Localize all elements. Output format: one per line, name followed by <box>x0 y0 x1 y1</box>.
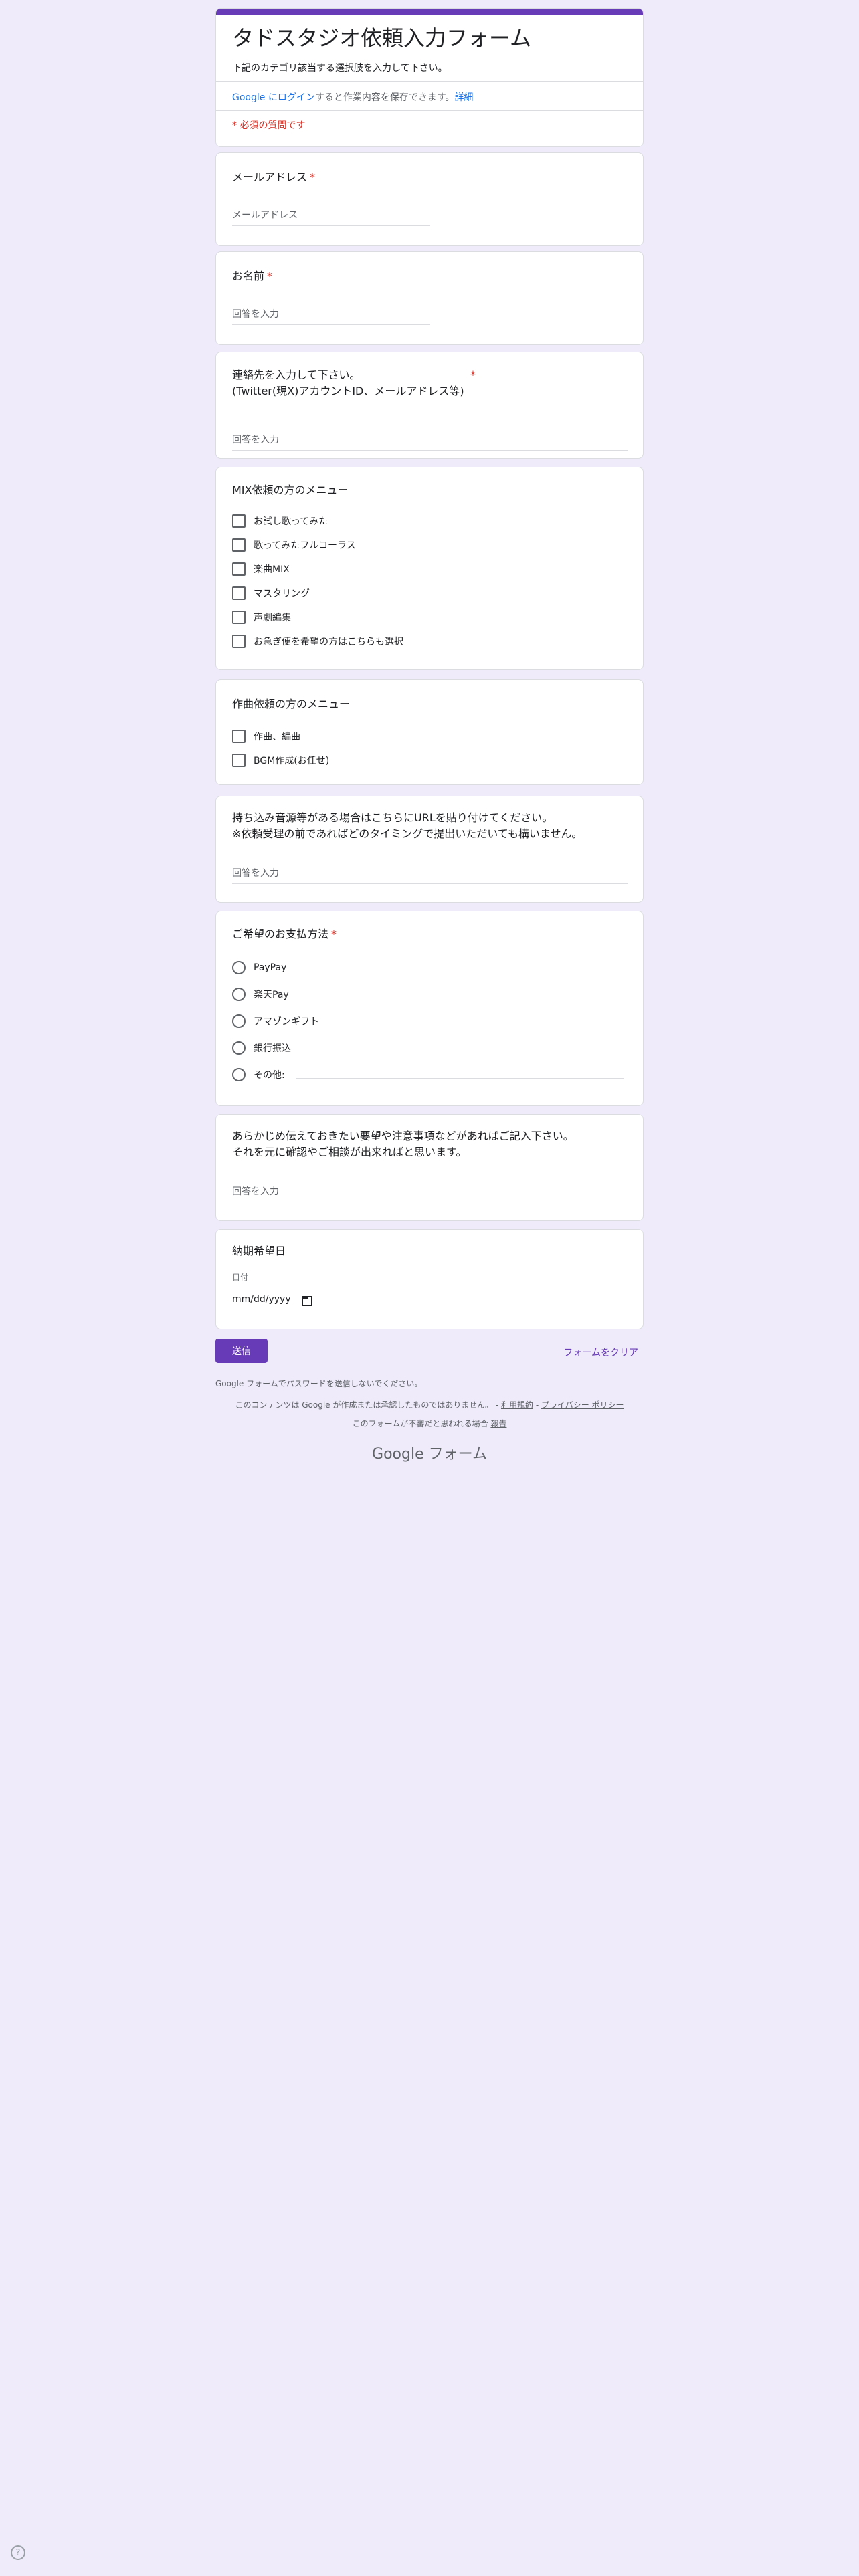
radio[interactable] <box>232 1068 246 1081</box>
checkbox[interactable] <box>232 562 246 576</box>
question-title-line: 連絡先を入力して下さい。 <box>232 368 361 381</box>
report-link[interactable]: 報告 <box>490 1419 506 1428</box>
question-mix-menu: MIX依頼の方のメニュー お試し歌ってみた 歌ってみたフルコーラス 楽曲MIX … <box>215 467 644 670</box>
question-notes: あらかじめ伝えておきたい要望や注意事項などがあればご記入下さい。 それを元に確認… <box>215 1114 644 1221</box>
question-title: お名前 * <box>232 270 273 282</box>
contact-input[interactable]: 回答を入力 <box>232 430 628 451</box>
form-header-card: タドスタジオ依頼入力フォーム 下記のカテゴリ該当する選択肢を入力して下さい。 G… <box>215 8 644 147</box>
divider <box>216 81 643 82</box>
question-due-date: 納期希望日 日付 mm/dd/yyyy <box>215 1229 644 1329</box>
radio-option[interactable]: PayPay <box>232 960 286 976</box>
date-input[interactable]: mm/dd/yyyy <box>232 1294 319 1309</box>
checkbox-option[interactable]: お急ぎ便を希望の方はこちらも選択 <box>232 633 403 649</box>
radio-option[interactable]: 楽天Pay <box>232 986 289 1002</box>
radio-option[interactable]: 銀行振込 <box>232 1040 291 1056</box>
checkbox[interactable] <box>232 730 246 743</box>
checkbox[interactable] <box>232 538 246 552</box>
form-description: 下記のカテゴリ該当する選択肢を入力して下さい。 <box>232 63 448 74</box>
checkbox-option[interactable]: 声劇編集 <box>232 609 291 625</box>
checkbox[interactable] <box>232 586 246 600</box>
radio-option-other[interactable]: その他: <box>232 1067 624 1083</box>
login-prompt: Google にログインすると作業内容を保存できます。詳細 <box>232 90 473 104</box>
email-input[interactable]: メールアドレス <box>232 205 430 226</box>
checkbox[interactable] <box>232 754 246 767</box>
name-input[interactable]: 回答を入力 <box>232 304 430 325</box>
required-note: * 必須の質問です <box>232 120 306 131</box>
radio[interactable] <box>232 1014 246 1028</box>
form-title: タドスタジオ依頼入力フォーム <box>232 25 532 51</box>
question-payment: ご希望のお支払方法 * PayPay 楽天Pay アマゾンギフト 銀行振込 その他… <box>215 911 644 1106</box>
source-url-input[interactable]: 回答を入力 <box>232 863 628 884</box>
question-compose-menu: 作曲依頼の方のメニュー 作曲、編曲 BGM作成(お任せ) <box>215 679 644 785</box>
question-source-url: 持ち込み音源等がある場合はこちらにURLを貼り付けてください。 ※依頼受理の前で… <box>215 796 644 903</box>
checkbox-option[interactable]: 歌ってみたフルコーラス <box>232 537 356 553</box>
submit-button[interactable]: 送信 <box>215 1339 268 1363</box>
footer-disclaimer: このコンテンツは Google が作成または承認したものではありません。 - 利… <box>235 1400 624 1410</box>
question-title-line: あらかじめ伝えておきたい要望や注意事項などがあればご記入下さい。 <box>232 1130 574 1142</box>
radio-option[interactable]: アマゾンギフト <box>232 1013 319 1029</box>
header-accent-bar <box>216 9 643 15</box>
checkbox-option[interactable]: マスタリング <box>232 585 310 601</box>
notes-input[interactable]: 回答を入力 <box>232 1182 628 1202</box>
login-link[interactable]: Google にログイン <box>232 92 315 103</box>
question-title: 納期希望日 <box>232 1245 286 1257</box>
radio[interactable] <box>232 988 246 1001</box>
question-name: お名前 * 回答を入力 <box>215 251 644 345</box>
details-link[interactable]: 詳細 <box>454 92 473 103</box>
calendar-icon[interactable] <box>301 1295 312 1306</box>
question-title: 作曲依頼の方のメニュー <box>232 697 351 710</box>
privacy-link[interactable]: プライバシー ポリシー <box>541 1400 624 1410</box>
checkbox[interactable] <box>232 635 246 648</box>
clear-form-link[interactable]: フォームをクリア <box>563 1346 638 1359</box>
help-icon[interactable]: ? <box>11 2545 25 2560</box>
checkbox-option[interactable]: お試し歌ってみた <box>232 513 328 529</box>
required-asterisk: * <box>331 928 337 940</box>
radio[interactable] <box>232 961 246 974</box>
footer-abuse: このフォームが不審だと思われる場合 報告 <box>352 1419 507 1428</box>
divider <box>216 110 643 111</box>
question-title: ご希望のお支払方法 * <box>232 928 337 940</box>
question-title: MIX依頼の方のメニュー <box>232 484 349 496</box>
radio[interactable] <box>232 1041 246 1055</box>
date-value: mm/dd/yyyy <box>232 1294 291 1305</box>
required-asterisk: * <box>267 270 273 282</box>
terms-link[interactable]: 利用規約 <box>501 1400 533 1410</box>
question-contact: 連絡先を入力して下さい。 * (Twitter(現X)アカウントID、メールアド… <box>215 352 644 459</box>
google-forms-logo[interactable]: Google フォーム <box>215 1442 644 1463</box>
question-title: メールアドレス * <box>232 171 316 183</box>
checkbox-option[interactable]: 楽曲MIX <box>232 561 290 577</box>
password-warning: Google フォームでパスワードを送信しないでください。 <box>215 1379 423 1388</box>
required-asterisk: * <box>310 171 316 183</box>
checkbox-option[interactable]: BGM作成(お任せ) <box>232 752 329 768</box>
checkbox[interactable] <box>232 611 246 624</box>
required-asterisk: * <box>470 368 476 381</box>
other-text-input[interactable] <box>295 1077 624 1079</box>
question-title-line: それを元に確認やご相談が出来ればと思います。 <box>232 1146 467 1158</box>
checkbox-option[interactable]: 作曲、編曲 <box>232 728 300 744</box>
question-title-line: 持ち込み音源等がある場合はこちらにURLを貼り付けてください。 <box>232 811 553 824</box>
question-title: 連絡先を入力して下さい。 <box>232 367 361 383</box>
checkbox[interactable] <box>232 514 246 528</box>
question-title-line: (Twitter(現X)アカウントID、メールアドレス等) <box>232 385 464 397</box>
question-email: メールアドレス * メールアドレス <box>215 152 644 246</box>
login-text: すると作業内容を保存できます。 <box>314 92 455 103</box>
question-title-line: ※依頼受理の前であればどのタイミングで提出いただいても構いません。 <box>232 827 583 840</box>
date-hint: 日付 <box>232 1273 249 1282</box>
